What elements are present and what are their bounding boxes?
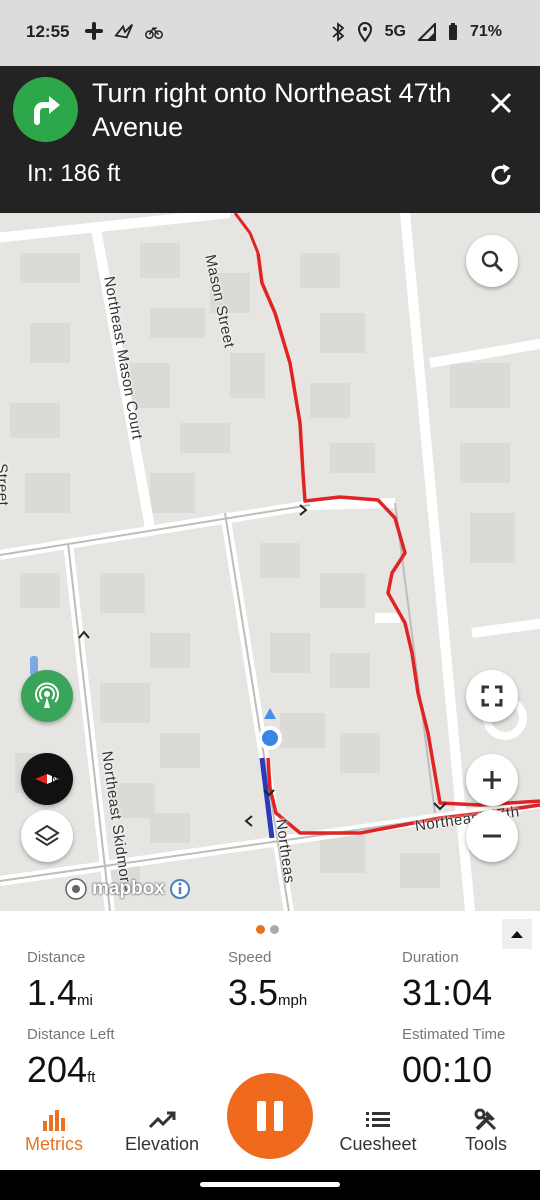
bar-chart-icon <box>4 1106 104 1134</box>
tab-elevation[interactable]: Elevation <box>112 1106 212 1155</box>
status-bar: 12:55 5G 71% <box>0 0 540 66</box>
mapbox-text: mapbox <box>92 878 165 899</box>
close-button[interactable] <box>486 88 516 118</box>
metric-distance-number: 1.4 <box>27 972 78 1013</box>
turn-right-icon <box>13 77 78 142</box>
metric-distance-unit: mi <box>77 992 93 1009</box>
metric-estimated-time: Estimated Time 00:10 <box>402 1026 505 1091</box>
plus-icon[interactable] <box>481 769 503 791</box>
street-label-edge: Street <box>0 463 12 507</box>
metrics-panel: Distance 1.4mi Speed 3.5mph Duration 31:… <box>0 911 540 1100</box>
tab-tools[interactable]: Tools <box>436 1106 536 1155</box>
metric-distance-left-label: Distance Left <box>27 1026 115 1043</box>
pause-icon[interactable] <box>257 1101 266 1131</box>
compass-button[interactable]: N <box>21 753 73 805</box>
search-button[interactable] <box>466 235 518 287</box>
metric-distance: Distance 1.4mi <box>27 949 93 1014</box>
tab-cuesheet-label: Cuesheet <box>339 1134 417 1154</box>
status-time: 12:55 <box>26 22 70 41</box>
metric-distance-left-number: 204 <box>27 1049 88 1090</box>
distance-to-turn: In: 186 ft <box>27 160 121 187</box>
slack-icon <box>85 22 103 40</box>
metric-speed-number: 3.5 <box>228 972 279 1013</box>
metric-duration-value: 31:04 <box>402 972 493 1013</box>
trending-up-icon <box>112 1106 212 1134</box>
metric-distance-left-value: 204ft <box>27 1049 115 1091</box>
location-icon <box>357 22 372 42</box>
turn-instruction: Turn right onto Northeast 47th Avenue <box>92 78 452 142</box>
pause-button[interactable] <box>227 1073 313 1159</box>
metric-duration-label: Duration <box>402 949 459 966</box>
metric-distance-label: Distance <box>27 949 86 966</box>
metric-estimated-time-label: Estimated Time <box>402 1026 506 1043</box>
map-layers-button[interactable] <box>21 810 73 862</box>
collapse-panel-button[interactable] <box>502 919 532 949</box>
tab-elevation-label: Elevation <box>124 1134 200 1154</box>
zoom-in-button[interactable] <box>466 754 518 806</box>
compass-icon[interactable]: N <box>31 763 63 795</box>
mapbox-attribution[interactable]: mapbox <box>64 877 191 901</box>
tab-tools-label: Tools <box>464 1134 508 1154</box>
battery-percent: 71% <box>469 23 502 40</box>
info-icon[interactable] <box>169 878 191 900</box>
map-view[interactable]: Mason Street Northeast Mason Court Stree… <box>0 213 540 911</box>
metric-speed-value: 3.5mph <box>228 972 307 1014</box>
search-icon[interactable] <box>480 249 504 273</box>
battery-icon <box>448 23 457 40</box>
page-dot-active <box>256 925 265 934</box>
metric-speed: Speed 3.5mph <box>228 949 307 1014</box>
network-label: 5G <box>384 23 406 40</box>
refresh-icon[interactable] <box>486 160 516 190</box>
map-canvas[interactable] <box>0 213 540 911</box>
metric-distance-value: 1.4mi <box>27 972 93 1014</box>
minus-icon[interactable] <box>481 825 503 847</box>
list-icon <box>328 1106 428 1134</box>
tab-metrics[interactable]: Metrics <box>4 1106 104 1155</box>
notification-icons <box>84 20 164 42</box>
tools-icon <box>436 1106 536 1134</box>
signal-icon <box>417 23 436 41</box>
page-indicator <box>256 925 279 934</box>
mapbox-logo-icon <box>65 878 87 900</box>
gesture-area <box>0 1170 540 1200</box>
live-tracking-button[interactable] <box>21 670 73 722</box>
metric-distance-left-unit: ft <box>87 1069 96 1086</box>
home-gesture-bar[interactable] <box>200 1182 340 1187</box>
close-icon[interactable] <box>486 88 516 118</box>
bike-icon <box>145 27 163 39</box>
fullscreen-icon[interactable] <box>481 685 503 707</box>
page-dot <box>270 925 279 934</box>
status-right: 5G 71% <box>331 22 502 42</box>
metric-distance-left: Distance Left 204ft <box>27 1026 115 1091</box>
tab-metrics-label: Metrics <box>25 1134 83 1154</box>
pause-icon-bar[interactable] <box>274 1101 283 1131</box>
metric-duration: Duration 31:04 <box>402 949 492 1014</box>
bird-icon <box>114 23 134 39</box>
metric-estimated-time-value: 00:10 <box>402 1049 493 1090</box>
metric-speed-label: Speed <box>228 949 272 966</box>
bluetooth-icon <box>332 22 345 42</box>
navigation-banner: Turn right onto Northeast 47th Avenue In… <box>0 66 540 213</box>
caret-up-icon[interactable] <box>510 929 524 939</box>
fullscreen-button[interactable] <box>466 670 518 722</box>
svg-text:N: N <box>51 775 58 786</box>
metric-speed-unit: mph <box>278 992 308 1009</box>
reroute-button[interactable] <box>486 160 516 190</box>
layers-icon[interactable] <box>34 823 60 849</box>
zoom-out-button[interactable] <box>466 810 518 862</box>
tab-cuesheet[interactable]: Cuesheet <box>328 1106 428 1155</box>
broadcast-icon[interactable] <box>33 682 61 710</box>
